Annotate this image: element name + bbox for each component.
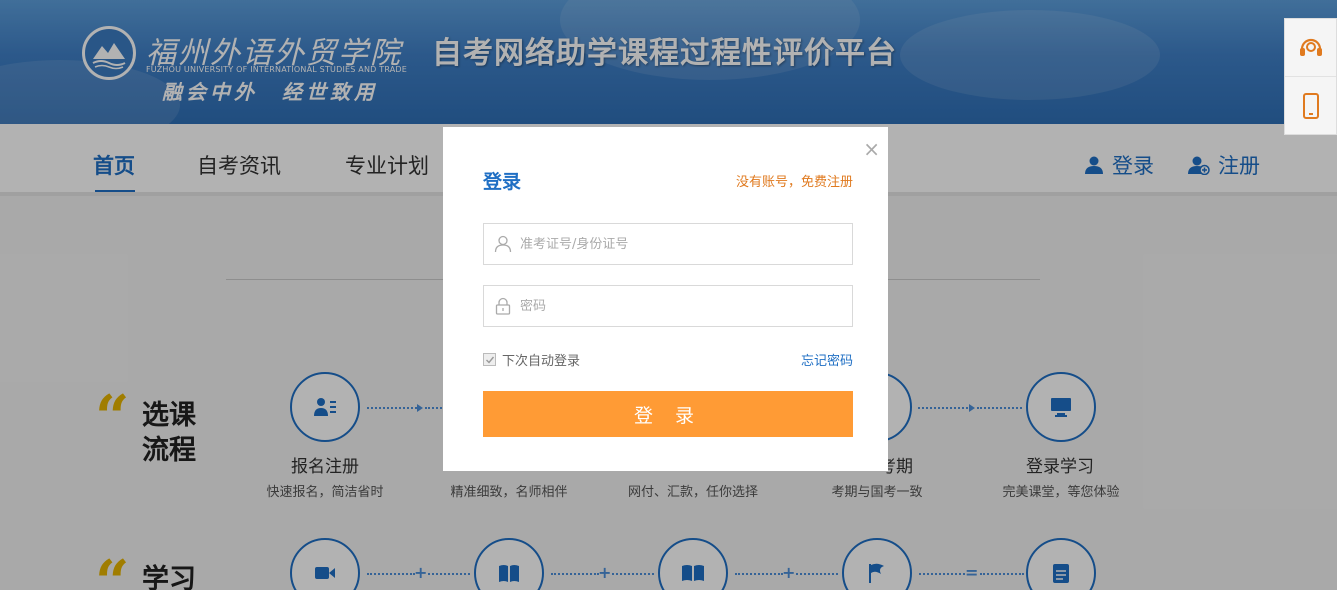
mobile-phone-icon (1302, 93, 1319, 119)
checkmark-icon (485, 356, 494, 364)
close-icon[interactable]: × (863, 137, 880, 161)
remember-label: 下次自动登录 (502, 354, 581, 369)
lock-icon (495, 297, 511, 315)
login-modal: × 登录 没有账号，免费注册 下次自动登录 忘记密码 登 录 (443, 127, 888, 471)
user-outline-icon (494, 235, 512, 253)
password-input[interactable] (520, 298, 840, 314)
password-field[interactable] (483, 285, 853, 327)
username-input[interactable] (520, 236, 840, 252)
customer-service-button[interactable] (1285, 19, 1336, 77)
free-register-link[interactable]: 没有账号，免费注册 (736, 171, 853, 190)
forgot-password-link[interactable]: 忘记密码 (801, 350, 853, 369)
side-toolbar (1284, 18, 1337, 135)
modal-title: 登录 (483, 171, 522, 193)
remember-me[interactable]: 下次自动登录 (483, 350, 580, 369)
mobile-app-button[interactable] (1285, 77, 1336, 135)
login-button[interactable]: 登 录 (483, 391, 853, 437)
headset-icon (1299, 38, 1322, 56)
remember-checkbox[interactable] (483, 353, 496, 366)
username-field[interactable] (483, 223, 853, 265)
